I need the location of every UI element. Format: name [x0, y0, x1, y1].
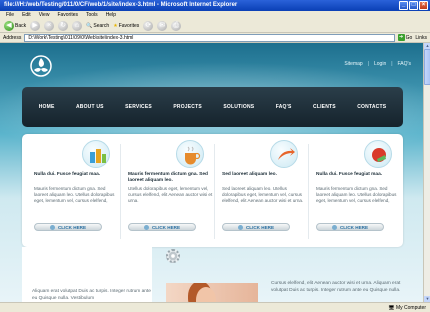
address-label: Address: [3, 34, 22, 41]
back-label: Back: [15, 22, 27, 29]
status-bar: 🖥 My Computer: [0, 302, 430, 312]
sitemap-link[interactable]: Sitemap: [344, 61, 362, 67]
minimize-button[interactable]: _: [399, 1, 408, 10]
menu-favorites[interactable]: Favorites: [57, 12, 78, 18]
mail-icon[interactable]: ✉: [157, 20, 168, 31]
forward-button[interactable]: ▶: [30, 20, 41, 31]
button-bullet-icon: [331, 224, 337, 230]
main-nav: HOME ABOUT US SERVICES PROJECTS SOLUTION…: [22, 87, 403, 127]
print-icon[interactable]: ⎙: [171, 20, 182, 31]
card-text: Mauris fermentum dictum gna. Sed laoreet…: [34, 186, 115, 204]
login-link[interactable]: Login: [374, 61, 386, 67]
menu-view[interactable]: View: [39, 12, 50, 18]
feature-panel: Nulla dui. Fusce feugiat maa. Mauris fer…: [22, 134, 403, 247]
face-image: [196, 287, 216, 302]
arrow-icon: [270, 140, 298, 168]
button-label: CLICK HERE: [245, 224, 275, 230]
click-here-button[interactable]: CLICK HERE: [128, 223, 196, 231]
divider: [308, 144, 309, 239]
go-label: Go: [405, 34, 413, 41]
menu-file[interactable]: File: [6, 12, 14, 18]
button-label: CLICK HERE: [57, 224, 87, 230]
divider: [214, 144, 215, 239]
chart-icon: [82, 140, 110, 168]
menu-tools[interactable]: Tools: [86, 12, 98, 18]
menu-bar: File Edit View Favorites Tools Help: [0, 11, 430, 19]
nav-solutions[interactable]: SOLUTIONS: [223, 104, 254, 110]
nav-clients[interactable]: CLIENTS: [313, 104, 336, 110]
page-viewport: Sitemap | Login | FAQ's HOME ABOUT US SE…: [0, 43, 423, 302]
button-bullet-icon: [49, 224, 55, 230]
go-arrow-icon: ➜: [397, 34, 405, 41]
back-button[interactable]: ◀ Back: [4, 20, 27, 31]
scroll-thumb[interactable]: [424, 49, 430, 85]
window-title: file:///H:/web/Testing/011/0/CF/web/1/si…: [4, 2, 238, 8]
button-label: CLICK HERE: [151, 224, 181, 230]
button-bullet-icon: [237, 224, 243, 230]
nav-faqs[interactable]: FAQ'S: [276, 104, 292, 110]
menu-edit[interactable]: Edit: [22, 12, 31, 18]
refresh-icon[interactable]: ↻: [58, 20, 69, 31]
click-here-button[interactable]: CLICK HERE: [34, 223, 102, 231]
vertical-scrollbar[interactable]: ▲ ▼: [423, 43, 430, 302]
nav-projects[interactable]: PROJECTS: [173, 104, 202, 110]
card-title: Nulla dui. Fusce feugiat maa.: [34, 172, 101, 177]
separator: |: [391, 61, 393, 67]
status-zone: 🖥 My Computer: [388, 305, 426, 311]
site-logo-icon[interactable]: [30, 55, 52, 77]
person-photo: [166, 283, 258, 302]
feature-card: Mauris fermentum dictum gna. Sed laoreet…: [124, 134, 216, 247]
feature-card: Nulla dui. Fusce feugiat maa. Mauris fer…: [312, 134, 404, 247]
coffee-icon: [176, 140, 204, 168]
gear-icon: [166, 249, 180, 263]
go-button[interactable]: ➜ Go: [397, 34, 413, 41]
top-links: Sitemap | Login | FAQ's: [344, 61, 411, 67]
stop-icon[interactable]: ×: [44, 20, 55, 31]
bottom-left-box: Aliquam erat volutpat Duis ac turpis. In…: [22, 247, 152, 302]
address-input[interactable]: D:\Work\Testing\011\09\0\Web\site\index-…: [24, 33, 395, 42]
card-title: Sed laoreet aliquam leo.: [222, 172, 277, 177]
card-title: Nulla dui. Fusce feugiat maa.: [316, 172, 383, 177]
maximize-button[interactable]: □: [409, 1, 418, 10]
button-label: CLICK HERE: [339, 224, 369, 230]
back-arrow-icon: ◀: [4, 20, 14, 31]
card-title: Mauris fermentum dictum gna. Sed laoreet…: [128, 172, 208, 183]
nav-services[interactable]: SERVICES: [125, 104, 152, 110]
divider: [120, 144, 121, 239]
feature-card: Sed laoreet aliquam leo. Sed laoreet ali…: [218, 134, 310, 247]
window-controls: _ □ ×: [399, 1, 428, 10]
card-text: Sed laoreet aliquam leo. Utellus dolorap…: [222, 186, 304, 204]
favorites-button[interactable]: ★ Favorites: [113, 23, 139, 29]
search-button[interactable]: 🔍 Search: [86, 23, 109, 29]
click-here-button[interactable]: CLICK HERE: [222, 223, 290, 231]
feature-card: Nulla dui. Fusce feugiat maa. Mauris fer…: [30, 134, 122, 247]
forward-arrow-icon: ▶: [30, 20, 41, 31]
bottom-left-text: Aliquam erat volutpat Duis ac turpis. In…: [32, 289, 151, 301]
status-zone-label: My Computer: [395, 304, 426, 311]
browser-toolbar: ◀ Back ▶ × ↻ ⌂ 🔍 Search ★ Favorites ⟳ ✉ …: [0, 19, 430, 33]
home-icon[interactable]: ⌂: [72, 20, 83, 31]
menu-help[interactable]: Help: [106, 12, 116, 18]
nav-home[interactable]: HOME: [39, 104, 55, 110]
button-bullet-icon: [143, 224, 149, 230]
bottom-right-text: Cursus elelfend, elit Aenean auctor wisi…: [271, 281, 401, 293]
search-label: Search: [93, 22, 110, 29]
history-icon[interactable]: ⟳: [143, 20, 154, 31]
separator: |: [367, 61, 369, 67]
card-text: Mauris fermentum dictum gna. Sed laoreet…: [316, 186, 397, 204]
star-icon: ★: [113, 22, 118, 29]
favorites-label: Favorites: [118, 22, 140, 29]
computer-icon: 🖥: [388, 304, 395, 311]
faq-link[interactable]: FAQ's: [398, 61, 411, 67]
nav-about[interactable]: ABOUT US: [76, 104, 104, 110]
nav-contacts[interactable]: CONTACTS: [357, 104, 386, 110]
window-title-bar: file:///H:/web/Testing/011/0/CF/web/1/si…: [0, 0, 430, 11]
click-here-button[interactable]: CLICK HERE: [316, 223, 384, 231]
search-icon: 🔍: [86, 22, 93, 29]
card-text: Utellus dolorapibus eget, lementum vel, …: [128, 186, 213, 204]
address-bar: Address D:\Work\Testing\011\09\0\Web\sit…: [0, 33, 430, 43]
money-icon: [364, 140, 392, 168]
links-label[interactable]: Links: [415, 35, 427, 41]
close-button[interactable]: ×: [419, 1, 428, 10]
